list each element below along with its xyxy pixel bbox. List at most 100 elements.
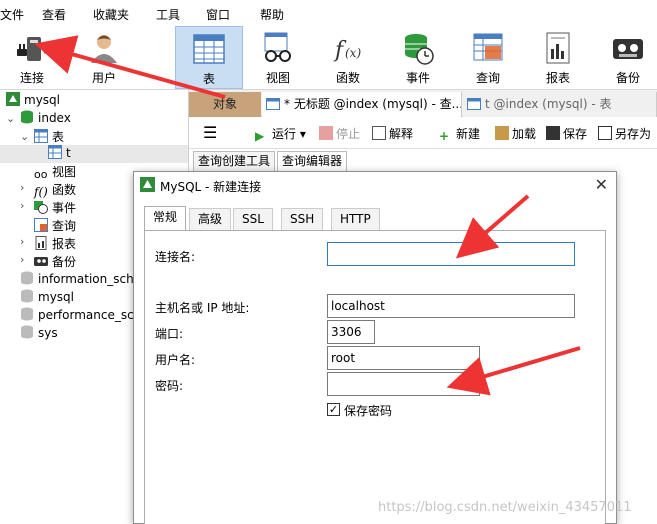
function-icon: f (x) [333, 38, 361, 63]
new-connection-dialog: MySQL - 新建连接 ✕ 常规 高级 SSL SSH HTTP 连接名: 主… [133, 171, 617, 524]
user-label: 用户 [91, 71, 116, 85]
query-button[interactable]: 查询 [456, 26, 520, 89]
tab-query-builder[interactable]: 查询创建工具 [193, 151, 276, 171]
view-glasses-icon [264, 32, 291, 62]
menu-file[interactable]: 文件 [0, 6, 24, 23]
connection-button[interactable]: 连接 [0, 26, 64, 89]
tab-ssh[interactable]: SSH [281, 208, 324, 230]
connection-name-input[interactable] [327, 242, 575, 266]
save-as-icon [598, 126, 612, 140]
backup-icon [34, 257, 48, 266]
main-toolbar: 连接 用户 表 视图 f (x) 函数 事件 查询 报表 备份 [0, 26, 657, 90]
password-input[interactable] [327, 372, 480, 396]
chevron-down-icon[interactable]: ⌄ [6, 112, 15, 125]
chevron-right-icon[interactable]: › [20, 199, 24, 212]
tab-query-editor[interactable]: 查询编辑器 [277, 151, 348, 171]
tree-backups[interactable]: 备份 [34, 253, 76, 271]
save-disk-icon [546, 126, 560, 140]
tree-functions[interactable]: f() 函数 [34, 181, 76, 199]
stop-icon [319, 126, 333, 140]
save-password-checkbox[interactable]: ✓ [327, 403, 340, 416]
new-plus-icon: + [439, 129, 450, 143]
tree-database-information-schema[interactable]: information_sche [20, 271, 141, 289]
tree-connection-mysql[interactable]: mysql [6, 92, 60, 110]
run-button[interactable]: ▶ 运行 ▾ [255, 125, 306, 143]
query-subtabs: 查询创建工具 查询编辑器 [189, 149, 657, 171]
function-button[interactable]: f (x) 函数 [316, 26, 380, 89]
explain-button[interactable]: 解释 [372, 125, 413, 142]
mysql-connection-icon [6, 92, 20, 106]
watermark: https://blog.csdn.net/weixin_43457011 [378, 500, 632, 515]
event-button[interactable]: 事件 [386, 26, 450, 89]
svg-text:(x): (x) [345, 46, 361, 60]
report-button[interactable]: 报表 [526, 26, 590, 89]
chevron-right-icon[interactable]: › [20, 235, 24, 248]
explain-icon [372, 126, 386, 140]
view-button[interactable]: 视图 [246, 26, 310, 89]
connection-name-label: 连接名: [155, 250, 196, 264]
connection-plug-icon [17, 37, 47, 61]
tree-database-index[interactable]: index [20, 110, 71, 128]
close-icon[interactable]: ✕ [595, 175, 608, 194]
database-icon [21, 325, 33, 339]
table-button[interactable]: 表 [175, 26, 243, 89]
load-folder-icon [495, 126, 509, 140]
tab-untitled-query[interactable]: * 无标题 @index (mysql) - 查... [262, 92, 462, 117]
menu-bar: 文件 查看 收藏夹 工具 窗口 帮助 [0, 0, 657, 26]
database-icon [21, 271, 33, 285]
port-label: 端口: [155, 327, 184, 341]
tree-database-mysql[interactable]: mysql [20, 289, 74, 307]
tree-reports[interactable]: 报表 [34, 235, 76, 253]
view-glasses-icon: oo [34, 168, 48, 181]
tree-queries[interactable]: 查询 [34, 217, 76, 235]
tab-objects[interactable]: 对象 [189, 92, 261, 117]
chevron-down-icon[interactable]: ⌄ [20, 130, 29, 143]
menu-favorites[interactable]: 收藏夹 [93, 6, 129, 23]
dialog-title: MySQL - 新建连接 [160, 180, 262, 194]
event-clock-icon [34, 201, 48, 214]
general-panel: 连接名: 主机名或 IP 地址: 端口: 用户名: 密码: ✓ 保存密码 [144, 230, 606, 524]
stop-button[interactable]: 停止 [319, 125, 360, 142]
play-icon: ▶ [255, 129, 265, 143]
tab-table-t[interactable]: t @index (mysql) - 表 [463, 92, 657, 117]
tab-general[interactable]: 常规 [144, 206, 187, 231]
save-as-button[interactable]: 另存为 [598, 125, 651, 142]
tree-views[interactable]: oo 视图 [34, 163, 76, 181]
dialog-title-bar: MySQL - 新建连接 ✕ [134, 172, 616, 198]
menu-view[interactable]: 查看 [42, 6, 66, 23]
hamburger-menu-icon[interactable]: ☰ [203, 123, 217, 142]
save-button[interactable]: 保存 [546, 125, 587, 142]
host-label: 主机名或 IP 地址: [155, 301, 250, 315]
tab-ssl[interactable]: SSL [233, 208, 273, 230]
tab-http[interactable]: HTTP [331, 208, 380, 230]
menu-help[interactable]: 帮助 [260, 6, 284, 23]
query-label: 查询 [475, 71, 500, 85]
user-button[interactable]: 用户 [72, 26, 136, 89]
chevron-right-icon[interactable]: › [20, 181, 24, 194]
menu-window[interactable]: 窗口 [206, 6, 230, 23]
database-icon [21, 289, 33, 303]
backup-label: 备份 [615, 71, 640, 85]
query-toolbar: ☰ ▶ 运行 ▾ 停止 解释 + 新建 加载 保存 另存为 [189, 117, 657, 149]
navicat-logo-icon [140, 177, 155, 192]
username-input[interactable] [327, 346, 480, 370]
tree-database-sys[interactable]: sys [20, 325, 58, 343]
load-button[interactable]: 加载 [495, 125, 536, 142]
tree-tables[interactable]: 表 [34, 128, 64, 146]
report-label: 报表 [545, 71, 570, 85]
tree-table-t[interactable]: t [0, 145, 188, 163]
tree-database-performance-schema[interactable]: performance_sch [20, 307, 141, 325]
backup-button[interactable]: 备份 [596, 26, 657, 89]
chevron-right-icon[interactable]: › [20, 253, 24, 266]
table-icon [48, 145, 62, 159]
event-label: 事件 [405, 71, 430, 85]
new-button[interactable]: + 新建 [439, 125, 480, 143]
tree-events[interactable]: 事件 [34, 199, 76, 217]
host-input[interactable] [327, 294, 575, 318]
function-icon: f() [34, 185, 48, 199]
port-input[interactable] [327, 320, 375, 344]
database-icon [21, 110, 33, 124]
user-icon [91, 35, 117, 63]
menu-tools[interactable]: 工具 [156, 6, 180, 23]
tab-advanced[interactable]: 高级 [189, 208, 232, 230]
